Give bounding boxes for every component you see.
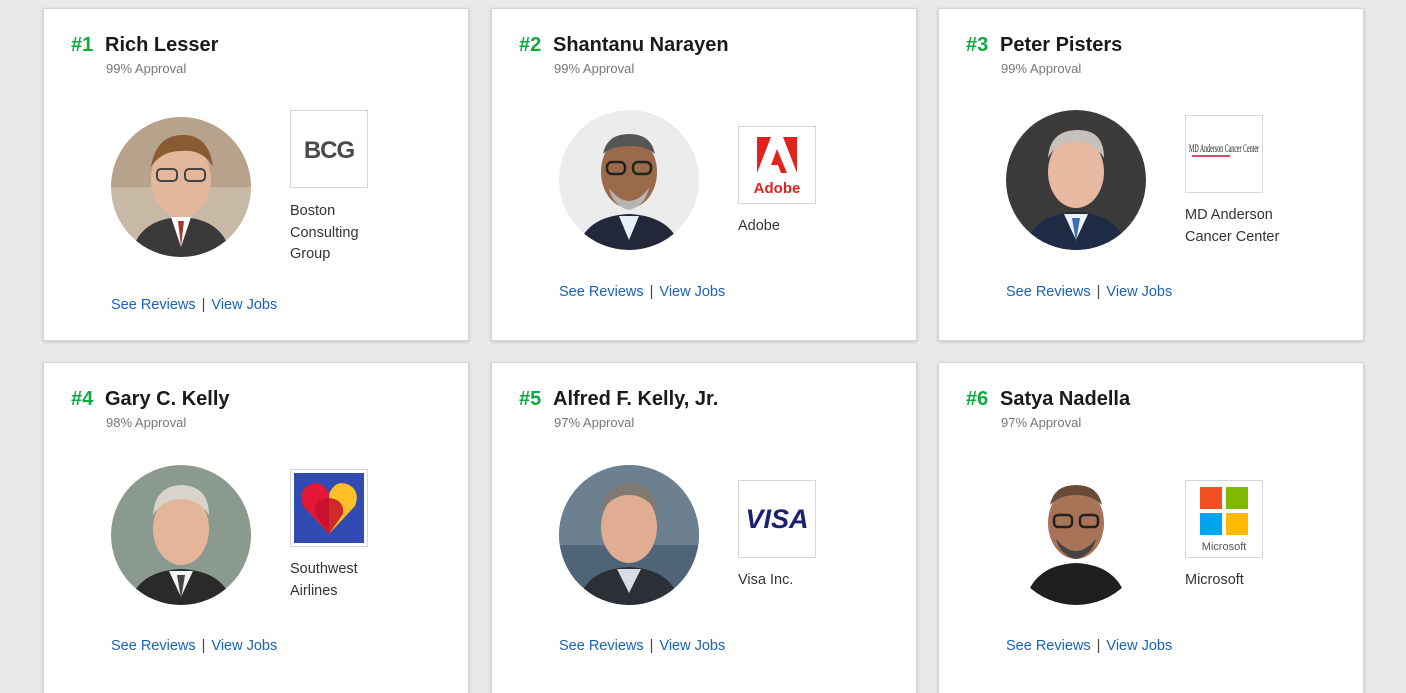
link-separator: | — [1096, 638, 1101, 654]
view-jobs-link[interactable]: View Jobs — [659, 638, 725, 654]
ceo-photo[interactable] — [1006, 110, 1146, 250]
company-name[interactable]: Boston Consulting Group — [290, 201, 380, 266]
ceo-card: #1 Rich Lesser 99% Approval BCG Boston Co… — [43, 8, 469, 341]
microsoft-logo-icon: Microsoft — [1200, 487, 1248, 553]
ceo-card: #6 Satya Nadella 97% Approval Microsoft M… — [938, 362, 1364, 693]
card-header: #5 Alfred F. Kelly, Jr. — [519, 388, 718, 411]
ceo-photo[interactable] — [111, 117, 251, 257]
view-jobs-link[interactable]: View Jobs — [1106, 638, 1172, 654]
link-separator: | — [201, 638, 206, 654]
approval-rating: 99% Approval — [1001, 61, 1082, 76]
approval-rating: 99% Approval — [106, 61, 187, 76]
ceo-name[interactable]: Satya Nadella — [1000, 388, 1130, 411]
company-logo[interactable]: Adobe — [738, 126, 816, 204]
card-links: See Reviews | View Jobs — [111, 297, 277, 313]
see-reviews-link[interactable]: See Reviews — [559, 638, 644, 654]
approval-rating: 99% Approval — [554, 61, 635, 76]
company-name[interactable]: Microsoft — [1185, 570, 1315, 592]
ceo-photo[interactable] — [111, 465, 251, 605]
card-header: #1 Rich Lesser — [71, 34, 218, 57]
see-reviews-link[interactable]: See Reviews — [111, 638, 196, 654]
company-name[interactable]: Southwest Airlines — [290, 559, 380, 602]
rank-label: #1 — [71, 34, 94, 56]
approval-rating: 98% Approval — [106, 415, 187, 430]
company-logo[interactable]: VISA — [738, 480, 816, 558]
link-separator: | — [649, 638, 654, 654]
rank-label: #5 — [519, 388, 542, 410]
link-separator: | — [201, 297, 206, 313]
rank-label: #6 — [966, 388, 989, 410]
card-links: See Reviews | View Jobs — [1006, 638, 1172, 654]
ceo-name[interactable]: Rich Lesser — [105, 34, 218, 57]
visa-logo-icon: VISA — [745, 504, 808, 534]
card-links: See Reviews | View Jobs — [1006, 284, 1172, 300]
approval-rating: 97% Approval — [1001, 415, 1082, 430]
svg-text:MD Anderson Cancer Center: MD Anderson Cancer Center — [1189, 141, 1259, 155]
ceo-name[interactable]: Peter Pisters — [1000, 34, 1122, 57]
ceo-name[interactable]: Alfred F. Kelly, Jr. — [553, 388, 718, 411]
rank-label: #2 — [519, 34, 542, 56]
card-header: #2 Shantanu Narayen — [519, 34, 729, 57]
ceo-card: #2 Shantanu Narayen 99% Approval Adobe Ad… — [491, 8, 917, 341]
card-links: See Reviews | View Jobs — [111, 638, 277, 654]
company-name[interactable]: Visa Inc. — [738, 570, 868, 592]
view-jobs-link[interactable]: View Jobs — [659, 284, 725, 300]
svg-text:Adobe: Adobe — [754, 180, 801, 197]
company-logo[interactable]: BCG — [290, 110, 368, 188]
svg-text:Microsoft: Microsoft — [1202, 541, 1247, 553]
svg-text:VISA: VISA — [745, 504, 808, 534]
view-jobs-link[interactable]: View Jobs — [1106, 284, 1172, 300]
see-reviews-link[interactable]: See Reviews — [1006, 638, 1091, 654]
svg-text:BCG: BCG — [304, 137, 355, 164]
link-separator: | — [649, 284, 654, 300]
md-anderson-logo-icon: MD Anderson Cancer Center — [1189, 141, 1259, 157]
card-header: #3 Peter Pisters — [966, 34, 1122, 57]
ceo-name[interactable]: Shantanu Narayen — [553, 34, 729, 57]
company-logo[interactable] — [290, 469, 368, 547]
see-reviews-link[interactable]: See Reviews — [559, 284, 644, 300]
bcg-logo-icon: BCG — [304, 137, 356, 164]
card-links: See Reviews | View Jobs — [559, 284, 725, 300]
company-logo[interactable]: MD Anderson Cancer Center — [1185, 115, 1263, 193]
ceo-card: #4 Gary C. Kelly 98% Approval Southwest A… — [43, 362, 469, 693]
card-header: #6 Satya Nadella — [966, 388, 1130, 411]
see-reviews-link[interactable]: See Reviews — [111, 297, 196, 313]
ceo-card: #5 Alfred F. Kelly, Jr. 97% Approval VISA… — [491, 362, 917, 693]
approval-rating: 97% Approval — [554, 415, 635, 430]
company-logo[interactable]: Microsoft — [1185, 480, 1263, 558]
southwest-heart-logo-icon — [294, 473, 364, 543]
view-jobs-link[interactable]: View Jobs — [211, 638, 277, 654]
see-reviews-link[interactable]: See Reviews — [1006, 284, 1091, 300]
link-separator: | — [1096, 284, 1101, 300]
company-name[interactable]: MD Anderson Cancer Center — [1185, 205, 1295, 248]
rank-label: #4 — [71, 388, 94, 410]
card-header: #4 Gary C. Kelly — [71, 388, 230, 411]
ceo-photo[interactable] — [559, 465, 699, 605]
ceo-photo[interactable] — [1006, 465, 1146, 605]
adobe-logo-icon: Adobe — [754, 137, 801, 197]
rank-label: #3 — [966, 34, 989, 56]
company-name[interactable]: Adobe — [738, 216, 868, 238]
ceo-photo[interactable] — [559, 110, 699, 250]
ceo-card: #3 Peter Pisters 99% Approval MD Anderson… — [938, 8, 1364, 341]
ceo-name[interactable]: Gary C. Kelly — [105, 388, 230, 411]
view-jobs-link[interactable]: View Jobs — [211, 297, 277, 313]
card-links: See Reviews | View Jobs — [559, 638, 725, 654]
